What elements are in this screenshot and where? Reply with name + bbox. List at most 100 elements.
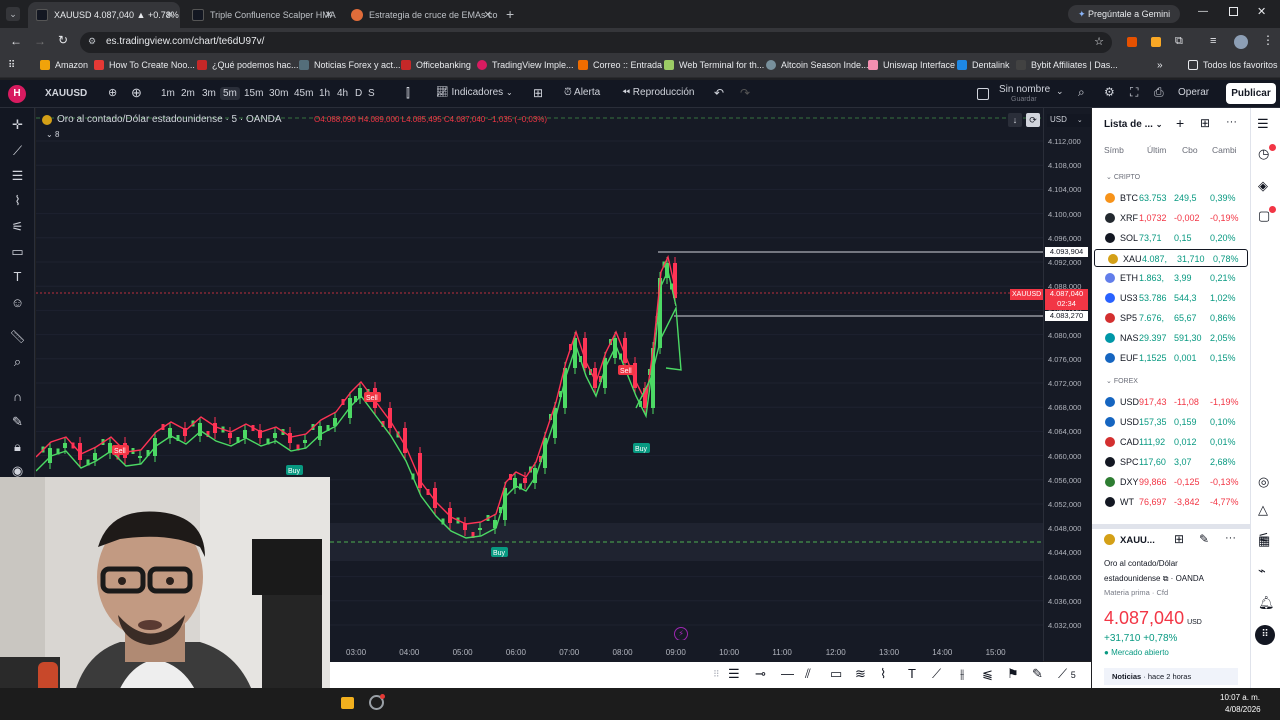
lock-icon[interactable]: 🔒︎ [9, 440, 26, 454]
news-strip[interactable]: Noticias · hace 2 horas [1104, 668, 1238, 685]
watchlist-row[interactable]: CAD 111,92 0,012 0,01% [1092, 433, 1250, 451]
timeframe-45m[interactable]: 45m [294, 88, 313, 99]
close-window-icon[interactable]: ✕ [1257, 5, 1266, 18]
more-bookmarks-icon[interactable]: » [1157, 60, 1163, 71]
watchlist-row[interactable]: USD 157,35 0,159 0,10% [1092, 413, 1250, 431]
save-layout-label[interactable]: Guardar [1011, 96, 1037, 103]
brush-icon[interactable]: ✎ [1032, 666, 1043, 682]
projection-icon[interactable]: ⚟ [9, 220, 26, 234]
tab-estrategia-emas[interactable]: Estrategia de cruce de EMAs co ✕ [343, 2, 498, 28]
publish-button[interactable]: Publicar [1226, 83, 1276, 104]
bookmark-item[interactable]: TradingView Imple... [477, 60, 574, 70]
watchlist-row[interactable]: BTC 63.753 249,5 0,39% [1092, 189, 1250, 207]
ideas-icon[interactable]: △ [1258, 502, 1268, 518]
magnet-icon[interactable]: ∩ [9, 390, 26, 404]
timeframe-2m[interactable]: 2m [181, 88, 195, 99]
bookmark-item[interactable]: Dentalink [957, 60, 1010, 70]
bookmark-item[interactable]: ¿Qué podemos hac... [197, 60, 299, 70]
reload-icon[interactable]: ↻ [58, 33, 68, 47]
layout-checkbox-icon[interactable] [977, 88, 989, 100]
more-options-icon[interactable]: ··· [1225, 532, 1236, 544]
bookmark-item[interactable]: Uniswap Interface [868, 60, 955, 70]
section-forex[interactable]: ⌄ FOREX [1106, 377, 1138, 385]
notifications-icon[interactable]: 🔔︎ [1258, 595, 1275, 611]
site-info-icon[interactable]: ⚙ [88, 36, 96, 47]
trendline-icon[interactable]: ⟋ [932, 666, 941, 682]
compare-add-icon[interactable]: ⊕ [131, 85, 142, 101]
restore-icon[interactable] [1229, 7, 1238, 16]
timeframe-5m[interactable]: 5m [220, 87, 240, 100]
fib-icon[interactable]: ☰ [728, 666, 740, 682]
bookmark-item[interactable]: Amazon [40, 60, 88, 70]
layout-name[interactable]: Sin nombre [999, 84, 1050, 95]
apps-grid-icon[interactable]: ⠿ [1255, 625, 1275, 645]
candle-type-icon[interactable]: ⫿ [406, 86, 410, 101]
file-explorer-icon[interactable] [341, 697, 354, 709]
calendar-icon[interactable]: ▦ [1258, 533, 1270, 549]
watchlist-row[interactable]: ETH 1.863, 3,99 0,21% [1092, 269, 1250, 287]
watchlist-row[interactable]: USD 917,43 -11,08 -1,19% [1092, 393, 1250, 411]
new-tab-icon[interactable]: + [506, 6, 514, 22]
bookmark-item[interactable]: Bybit Affiliates | Das... [1016, 60, 1118, 70]
watchlist-row[interactable]: SOL 73,71 0,15 0,20% [1092, 229, 1250, 247]
sync-icon[interactable]: ⟳ [1026, 113, 1040, 127]
column-change[interactable]: Cbo [1182, 145, 1198, 155]
templates-grid-icon[interactable]: ⊞ [533, 86, 543, 100]
minimize-icon[interactable]: — [1198, 6, 1208, 17]
target-icon[interactable]: ◎ [1258, 474, 1269, 490]
gemini-button[interactable]: ✦ Pregúntale a Gemini [1068, 5, 1181, 23]
lock-draw-icon[interactable]: ✎ [9, 415, 26, 429]
ruler-icon[interactable]: 📏︎ [9, 330, 26, 344]
emoji-icon[interactable]: ☺ [9, 296, 26, 310]
alerts-clock-icon[interactable]: ◷ [1258, 146, 1269, 162]
settings-gear-icon[interactable]: ⚙ [1104, 85, 1115, 99]
timeframe-s[interactable]: S [368, 88, 375, 99]
horizontal-ray-icon[interactable]: ⊸ [755, 666, 766, 682]
eye-icon[interactable]: ◉ [9, 464, 26, 478]
extensions-puzzle-icon[interactable]: ⧉ [1175, 35, 1183, 48]
table-view-icon[interactable]: ⊞ [1200, 116, 1210, 130]
redo-icon[interactable]: ↷ [740, 86, 750, 100]
drag-handle-icon[interactable]: ⠿ [713, 669, 720, 680]
channel-icon[interactable]: ⫽ [805, 666, 811, 682]
watchlist-row[interactable]: US3 53.786 544,3 1,02% [1092, 289, 1250, 307]
trendline-icon[interactable]: ⟋ [9, 144, 26, 158]
watchlist-title[interactable]: Lista de ... ⌄ [1104, 119, 1162, 130]
add-symbol-icon[interactable]: + [1176, 115, 1184, 131]
url-field[interactable]: ⚙ es.tradingview.com/chart/te6dU97v/ ☆ [80, 32, 1112, 53]
currency-selector[interactable]: USD ⌄ [1047, 114, 1091, 127]
more-tools-icon[interactable]: ⟋ 5 [1058, 666, 1076, 682]
watchlist-row[interactable]: DXY 99,866 -0,125 -0,13% [1092, 473, 1250, 491]
bookmark-item[interactable]: Web Terminal for th... [664, 60, 764, 70]
section-crypto[interactable]: ⌄ CRIPTO [1106, 173, 1140, 181]
target-icon[interactable]: ⊕ [108, 86, 117, 99]
indicators-button[interactable]: 📈︎ Indicadores ⌄ [436, 87, 513, 98]
watchlist-icon[interactable]: ☰ [1257, 116, 1269, 132]
watchlist-row[interactable]: SPC 117,60 3,07 2,68% [1092, 453, 1250, 471]
watchlist-row[interactable]: SP5 7.676, 65,67 0,86% [1092, 309, 1250, 327]
fib-icon[interactable]: ☰ [9, 169, 26, 183]
profile-avatar[interactable] [1234, 35, 1248, 49]
bookmark-star-icon[interactable]: ☆ [1094, 35, 1104, 48]
vertical-line-icon[interactable]: ⫲ [960, 666, 964, 682]
search-icon[interactable]: ⌕ [1078, 85, 1085, 100]
symbol-search[interactable]: XAUUSD [40, 84, 102, 104]
clock-time[interactable]: 10:07 a. m. [1220, 693, 1260, 702]
lightning-icon[interactable]: ⚡︎ [674, 627, 688, 641]
edit-icon[interactable]: ✎ [1199, 532, 1209, 546]
scroll-down-icon[interactable]: ↓ [1008, 113, 1022, 127]
timeframe-4h[interactable]: 4h [337, 88, 348, 99]
text-icon[interactable]: T [9, 270, 26, 284]
timeframe-1h[interactable]: 1h [319, 88, 330, 99]
rectangle-icon[interactable]: ▭ [830, 666, 842, 682]
watchlist-row[interactable]: NAS 29.397 591,30 2,05% [1092, 329, 1250, 347]
close-tab-icon[interactable]: ✕ [484, 10, 492, 21]
signal-icon[interactable]: ⌁ [1258, 563, 1266, 579]
close-tab-icon[interactable]: ✕ [166, 10, 174, 21]
camera-icon[interactable]: ⎙ [1154, 85, 1164, 100]
horizontal-line-icon[interactable]: — [781, 666, 794, 681]
bookmark-item[interactable]: Noticias Forex y act... [299, 60, 401, 70]
column-change-pct[interactable]: Cambi [1212, 145, 1237, 155]
pattern-icon[interactable]: ⌇ [880, 666, 886, 682]
zoom-icon[interactable]: ⌕ [9, 355, 26, 369]
